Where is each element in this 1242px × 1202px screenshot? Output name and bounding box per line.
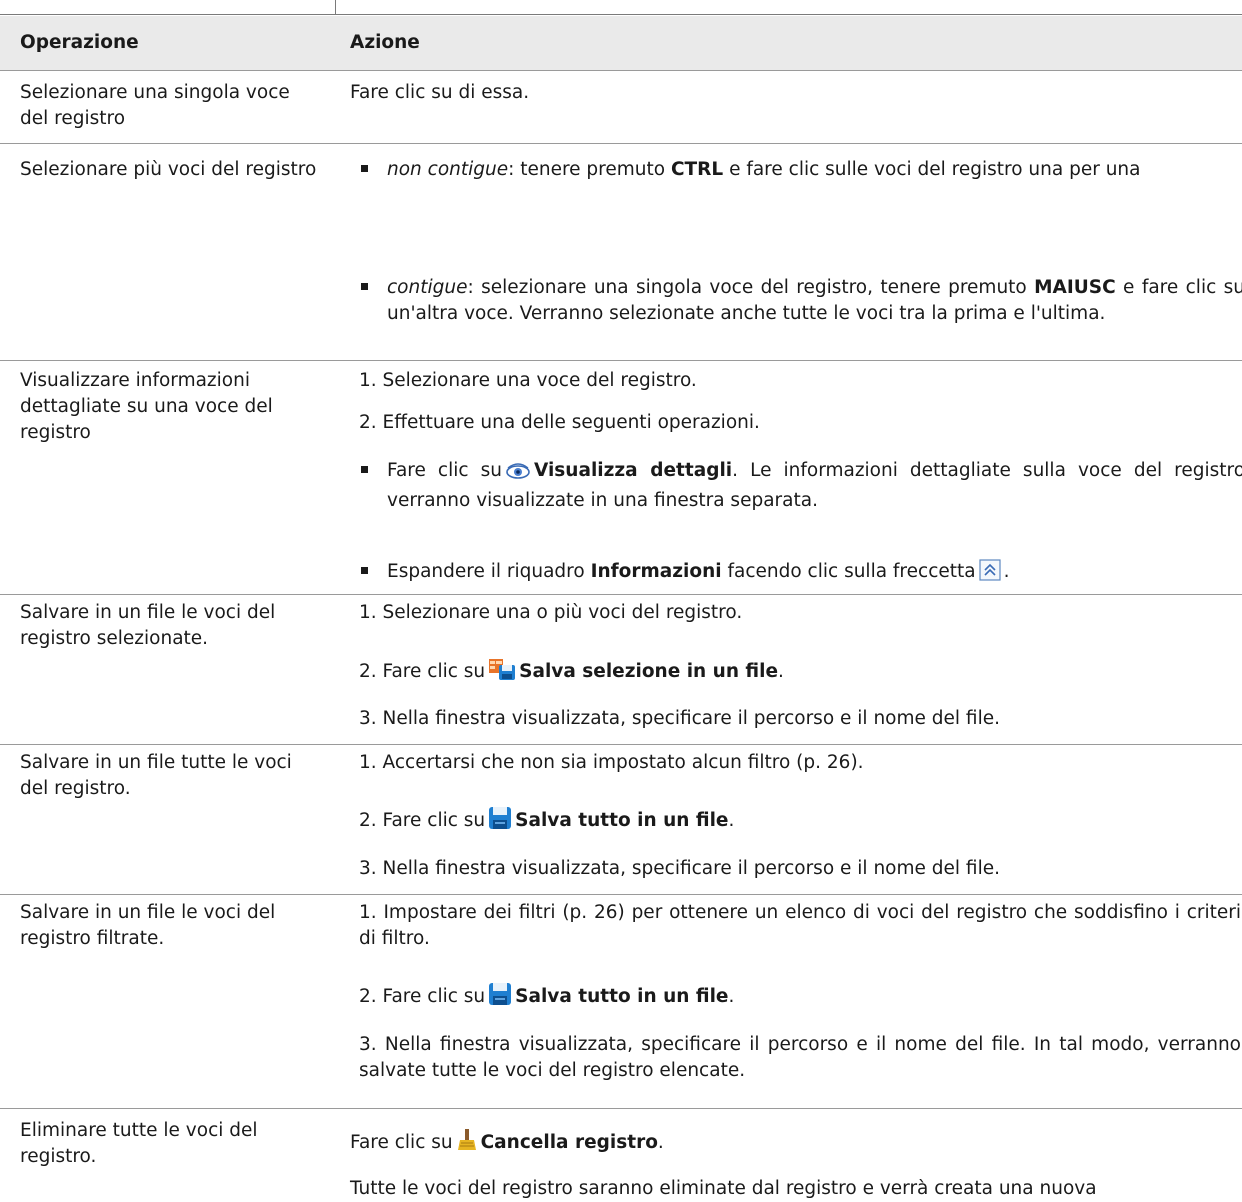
table-top-rule xyxy=(0,14,1242,15)
save-all-icon[interactable] xyxy=(488,982,512,1014)
column-header-operation: Operazione xyxy=(20,32,139,53)
row-7-operation: Eliminare tutte le voci del registro. xyxy=(20,1120,258,1167)
row-3-step-2: 2. Effettuare una delle seguenti operazi… xyxy=(359,412,760,433)
row-5-step-3: 3. Nella finestra visualizzata, specific… xyxy=(359,858,1000,879)
row-divider xyxy=(0,744,1242,745)
row-5-step-1: 1. Accertarsi che non sia impostato alcu… xyxy=(359,752,864,773)
row-divider xyxy=(0,360,1242,361)
clear-log-broom-icon[interactable] xyxy=(456,1128,478,1160)
row-3-step-1: 1. Selezionare una voce del registro. xyxy=(359,370,697,391)
save-selection-icon[interactable] xyxy=(488,657,516,689)
row-5-operation: Salvare in un file tutte le voci del reg… xyxy=(20,752,292,799)
column-header-action: Azione xyxy=(350,32,420,53)
row-4-operation: Salvare in un file le voci del registro … xyxy=(20,602,276,649)
row-divider xyxy=(0,594,1242,595)
row-5-step-2: 2. Fare clic su Salva tutto in un file. xyxy=(359,806,734,838)
row-2-bullet-1: non contigue: tenere premuto CTRL e fare… xyxy=(387,159,1141,180)
row-divider xyxy=(0,1108,1242,1109)
row-2-bullet-2: contigue: selezionare una singola voce d… xyxy=(387,277,1242,324)
row-4-step-2: 2. Fare clic su Salva selezione in un fil… xyxy=(359,657,784,689)
row-6-step-1: 1. Impostare dei filtri (p. 26) per otte… xyxy=(359,902,1241,949)
expand-arrow-icon[interactable] xyxy=(978,559,1001,589)
bullet-marker xyxy=(361,567,368,574)
row-3-bullet-2: Espandere il riquadro Informazioni facen… xyxy=(387,559,1009,589)
bullet-marker xyxy=(361,165,368,172)
row-1-operation: Selezionare una singola voce del registr… xyxy=(20,82,290,129)
header-divider-tick xyxy=(335,0,336,14)
eye-icon[interactable] xyxy=(505,462,531,488)
row-6-step-3: 3. Nella finestra visualizzata, specific… xyxy=(359,1034,1241,1081)
bullet-marker xyxy=(361,283,368,290)
row-2-operation: Selezionare più voci del registro xyxy=(20,159,317,180)
table-header: Operazione Azione xyxy=(0,16,1242,71)
row-6-step-2: 2. Fare clic su Salva tutto in un file. xyxy=(359,982,734,1014)
row-4-step-3: 3. Nella finestra visualizzata, specific… xyxy=(359,708,1000,729)
bullet-marker xyxy=(361,466,368,473)
row-7-action-2: Tutte le voci del registro saranno elimi… xyxy=(350,1178,1097,1199)
row-3-bullet-1: Fare clic su Visualizza dettagli. Le info… xyxy=(387,460,1242,511)
save-all-icon[interactable] xyxy=(488,806,512,838)
row-7-action-1: Fare clic su Cancella registro. xyxy=(350,1128,664,1160)
row-4-step-1: 1. Selezionare una o più voci del regist… xyxy=(359,602,743,623)
row-6-operation: Salvare in un file le voci del registro … xyxy=(20,902,276,949)
row-1-action: Fare clic su di essa. xyxy=(350,82,530,103)
row-3-operation: Visualizzare informazioni dettagliate su… xyxy=(20,370,273,443)
row-divider xyxy=(0,143,1242,144)
row-divider xyxy=(0,894,1242,895)
